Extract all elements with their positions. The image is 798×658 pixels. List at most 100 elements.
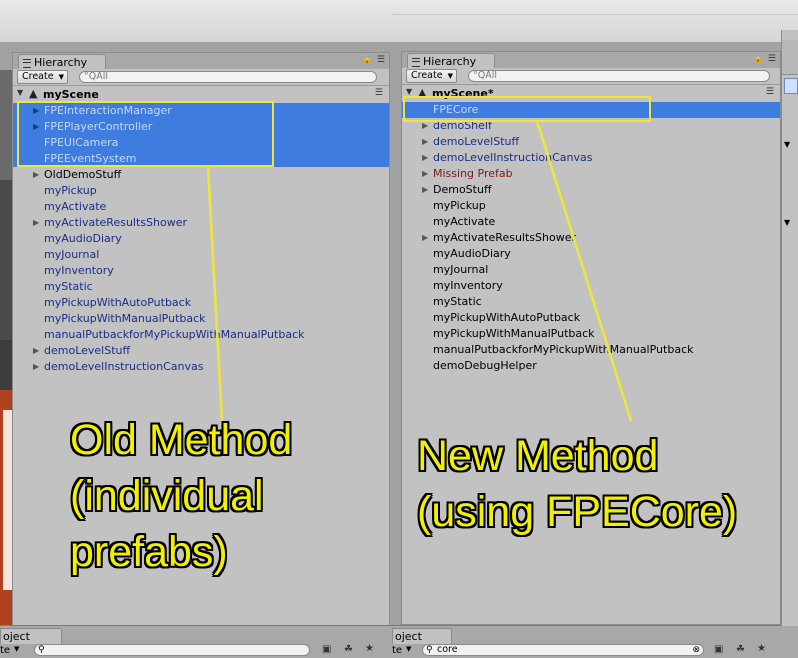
inspector-panel-edge: ▼ ▼	[781, 30, 798, 626]
tab-project[interactable]: oject	[392, 628, 452, 644]
expand-arrow-icon[interactable]: ▶	[422, 150, 428, 166]
tab-hierarchy[interactable]: Hierarchy	[18, 54, 106, 69]
hierarchy-item[interactable]: myInventory	[402, 278, 780, 294]
hierarchy-item[interactable]: ▶ demoLevelStuff	[13, 343, 389, 359]
lock-icon[interactable]: 🔒	[362, 55, 373, 65]
inspector-toggle[interactable]	[784, 78, 798, 94]
label-icon[interactable]: ☘	[344, 644, 353, 655]
search-placeholder: °QAll	[84, 71, 109, 82]
hierarchy-item[interactable]: myAudioDiary	[13, 231, 389, 247]
hierarchy-search-input[interactable]: °QAll	[468, 70, 770, 82]
unity-scene-icon: ▲	[29, 87, 38, 100]
window-top-divider	[393, 14, 798, 15]
expand-arrow-icon[interactable]: ▶	[422, 166, 428, 182]
hierarchy-item[interactable]: myStatic	[13, 279, 389, 295]
hierarchy-item[interactable]: myAudioDiary	[402, 246, 780, 262]
menu-icon[interactable]: ☰	[377, 55, 385, 65]
hierarchy-item[interactable]: myPickupWithManualPutback	[402, 326, 780, 342]
hierarchy-items: FPECore ▶ demoShelf ▶ demoLevelStuff ▶ demoLev…	[402, 102, 780, 374]
expand-arrow-icon[interactable]: ▶	[422, 134, 428, 150]
hierarchy-item[interactable]: ▶ myActivateResultsShower	[13, 215, 389, 231]
hierarchy-item[interactable]: manualPutbackforMyPickupWithManualPutbac…	[13, 327, 389, 343]
hierarchy-item[interactable]: myPickupWithAutoPutback	[402, 310, 780, 326]
scene-view-part	[0, 70, 12, 180]
hierarchy-item[interactable]: ▶ DemoStuff	[402, 182, 780, 198]
tab-project[interactable]: oject	[0, 628, 62, 644]
hierarchy-item[interactable]: myPickup	[13, 183, 389, 199]
expand-arrow-icon[interactable]: ▶	[33, 359, 39, 375]
filter-type-icon[interactable]: ▣	[714, 644, 723, 655]
hierarchy-item[interactable]: ▶ demoLevelInstructionCanvas	[402, 150, 780, 166]
create-button[interactable]: Create ▼	[406, 69, 457, 83]
hierarchy-item[interactable]: myPickupWithManualPutback	[13, 311, 389, 327]
label-icon[interactable]: ☘	[736, 644, 745, 655]
hierarchy-item[interactable]: myActivate	[402, 214, 780, 230]
hierarchy-search-input[interactable]: °QAll	[79, 71, 377, 83]
hierarchy-item-label: demoLevelInstructionCanvas	[44, 360, 204, 373]
menu-icon[interactable]: ☰	[768, 54, 776, 64]
expand-arrow-icon[interactable]: ▶	[33, 343, 39, 359]
hierarchy-item-label: myPickup	[433, 199, 486, 212]
hierarchy-item[interactable]: ▶ OldDemoStuff	[13, 167, 389, 183]
clear-search-icon[interactable]: ⊗	[692, 645, 700, 655]
inspector-section-arrow[interactable]: ▼	[784, 218, 790, 227]
highlight-box-old	[17, 101, 274, 167]
hierarchy-item-label: myActivate	[44, 200, 107, 213]
scene-view-strip	[0, 70, 12, 626]
hierarchy-item-label: myAudioDiary	[433, 247, 511, 260]
hierarchy-toolbar: Create ▼ °QAll	[13, 69, 389, 86]
filter-type-icon[interactable]: ▣	[322, 644, 331, 655]
hierarchy-item-label: DemoStuff	[433, 183, 492, 196]
window-top-bar	[0, 0, 798, 42]
hierarchy-item-label: myPickupWithAutoPutback	[44, 296, 192, 309]
tab-label: Hierarchy	[423, 55, 477, 68]
hierarchy-item-label: myInventory	[44, 264, 114, 277]
collapse-arrow-icon[interactable]: ▼	[17, 88, 23, 97]
hierarchy-item[interactable]: ▶ Missing Prefab	[402, 166, 780, 182]
hierarchy-item-label: myPickupWithAutoPutback	[433, 311, 581, 324]
hierarchy-item-label: myAudioDiary	[44, 232, 122, 245]
collapse-arrow-icon[interactable]: ▼	[406, 87, 412, 96]
hierarchy-item[interactable]: manualPutbackforMyPickupWithManualPutbac…	[402, 342, 780, 358]
annotation-new-method: New Method (using FPECore)	[417, 432, 738, 536]
hierarchy-tree: ▼ ▲ myScene* ☰ FPECore ▶ demoShelf ▶ demoLev…	[402, 86, 780, 374]
expand-arrow-icon[interactable]: ▶	[422, 182, 428, 198]
hierarchy-item[interactable]: myInventory	[13, 263, 389, 279]
lock-icon[interactable]: 🔒	[753, 54, 764, 64]
hierarchy-item-label: myStatic	[44, 280, 93, 293]
hierarchy-item[interactable]: myPickupWithAutoPutback	[13, 295, 389, 311]
hierarchy-item-label: myStatic	[433, 295, 482, 308]
hierarchy-item[interactable]: myJournal	[13, 247, 389, 263]
hierarchy-item[interactable]: myStatic	[402, 294, 780, 310]
hierarchy-item-label: myJournal	[44, 248, 100, 261]
hierarchy-toolbar: Create ▼ °QAll	[402, 68, 780, 85]
favorite-icon[interactable]: ★	[365, 643, 374, 654]
hierarchy-icon	[412, 57, 420, 67]
hierarchy-item[interactable]: ▶ demoLevelStuff	[402, 134, 780, 150]
project-bar-new: oject te ▼ ⚲ core ⊗ ▣ ☘ ★	[392, 625, 798, 658]
hierarchy-item-label: OldDemoStuff	[44, 168, 122, 181]
expand-arrow-icon[interactable]: ▶	[33, 215, 39, 231]
create-button[interactable]: Create ▼	[17, 70, 68, 84]
project-tab-label: oject	[395, 630, 422, 643]
hierarchy-item[interactable]: ▶ myActivateResultsShower	[402, 230, 780, 246]
inspector-section-arrow[interactable]: ▼	[784, 140, 790, 149]
project-tab-label: oject	[3, 630, 30, 643]
favorite-icon[interactable]: ★	[757, 643, 766, 654]
tab-label: Hierarchy	[34, 56, 88, 69]
tab-hierarchy[interactable]: Hierarchy	[407, 53, 495, 68]
project-search-input[interactable]: ⚲	[34, 644, 310, 656]
expand-arrow-icon[interactable]: ▶	[422, 230, 428, 246]
scene-view-part	[3, 410, 12, 590]
hierarchy-item[interactable]: myJournal	[402, 262, 780, 278]
hierarchy-item[interactable]: ▶ demoLevelInstructionCanvas	[13, 359, 389, 375]
project-search-input[interactable]: ⚲ core ⊗	[422, 644, 704, 656]
hierarchy-item[interactable]: myPickup	[402, 198, 780, 214]
search-icon: ⚲	[38, 645, 45, 655]
hierarchy-item[interactable]: demoDebugHelper	[402, 358, 780, 374]
scene-menu-icon[interactable]: ☰	[766, 87, 774, 97]
hierarchy-item[interactable]: myActivate	[13, 199, 389, 215]
scene-view-part	[0, 180, 12, 340]
expand-arrow-icon[interactable]: ▶	[33, 167, 39, 183]
scene-menu-icon[interactable]: ☰	[375, 88, 383, 98]
